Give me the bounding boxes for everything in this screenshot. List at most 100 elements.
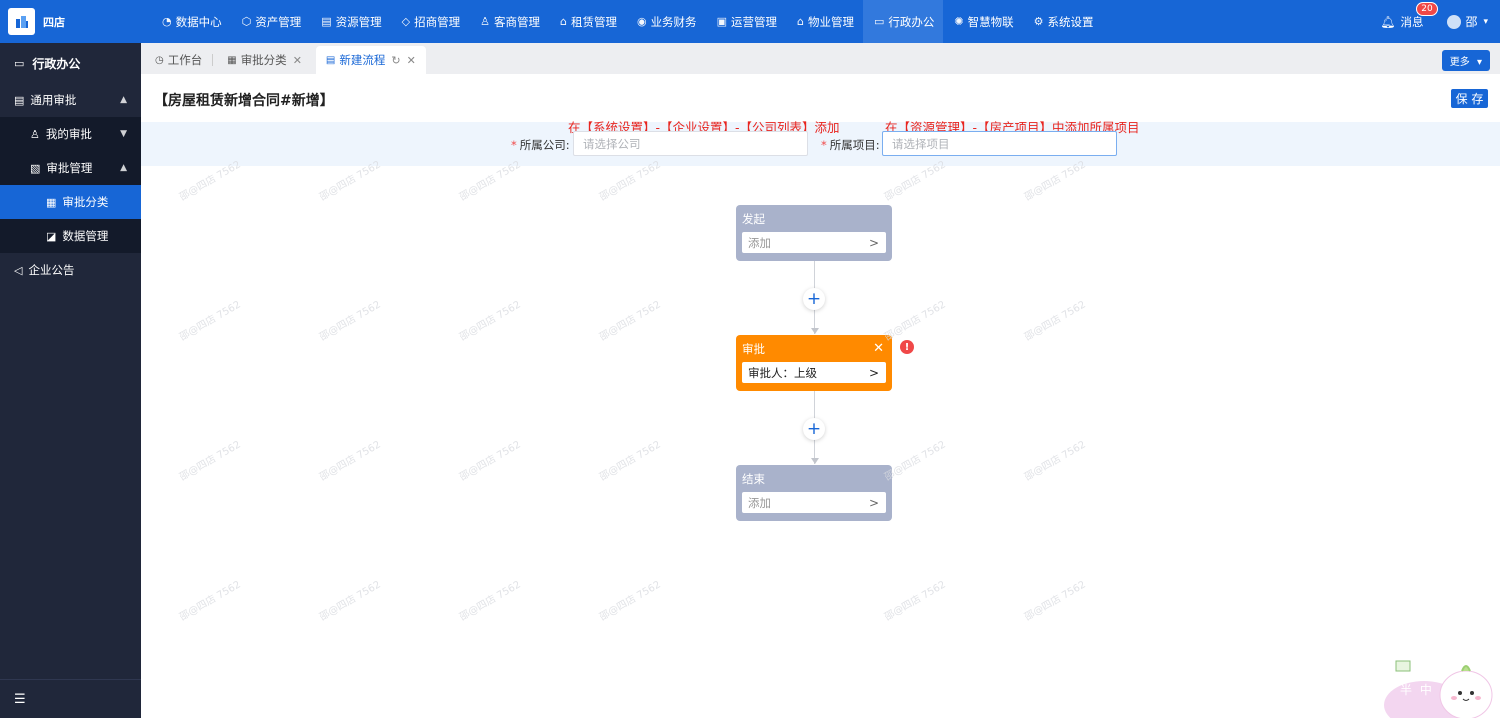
watermark: 邵@四店 7562	[317, 299, 383, 344]
node-title: 审批 ✕	[742, 341, 886, 357]
watermark: 邵@四店 7562	[597, 299, 663, 344]
nav-item-asset[interactable]: ⬡ 资产管理	[231, 0, 311, 43]
close-icon[interactable]: ✕	[407, 54, 416, 67]
company-select[interactable]: 请选择公司	[573, 131, 808, 156]
flow-node-approve[interactable]: 审批 ✕ 审批人：上级 >	[736, 335, 892, 391]
building-icon: ▤	[321, 15, 332, 28]
node-body[interactable]: 添加 >	[742, 232, 886, 253]
project-placeholder: 请选择项目	[892, 136, 950, 151]
watermark: 邵@四店 7562	[1022, 579, 1088, 624]
user-name: 邵	[1465, 15, 1478, 29]
nav-item-operation[interactable]: ▣ 运营管理	[706, 0, 786, 43]
flow-node-start[interactable]: 发起 添加 >	[736, 205, 892, 261]
tab-approval-category[interactable]: ▦ 审批分类 ✕	[217, 46, 312, 74]
nav-label: 租赁管理	[570, 14, 617, 29]
nav-item-leasing-invest[interactable]: ◇ 招商管理	[391, 0, 469, 43]
nav-item-rent[interactable]: ⌂ 租赁管理	[549, 0, 626, 43]
close-icon[interactable]: ✕	[293, 54, 302, 67]
messages-button[interactable]: 🔔︎ 消息 20	[1380, 1, 1438, 30]
tab-label: 新建流程	[339, 53, 386, 67]
assistant-mascot[interactable]: 半 中	[1384, 655, 1500, 718]
nav-item-resource[interactable]: ▤ 资源管理	[310, 0, 390, 43]
sidebar-item-my-approval[interactable]: ♙ 我的审批 ▼	[0, 117, 141, 151]
chevron-right-icon: >	[868, 495, 879, 510]
node-title: 发起	[742, 212, 765, 226]
watermark: 邵@四店 7562	[457, 439, 523, 484]
sidebar-item-label: 审批分类	[62, 195, 109, 209]
grid-icon: ▦	[227, 54, 237, 66]
logo[interactable]: 四店	[0, 0, 141, 43]
tab-label: 审批分类	[240, 53, 287, 67]
monitor-icon: ▭	[873, 15, 885, 28]
more-label: 更多	[1449, 57, 1470, 68]
sidebar-item-approval-manage[interactable]: ▧ 审批管理 ▲	[0, 151, 141, 185]
sidebar-item-notice[interactable]: ◁ 企业公告	[0, 253, 141, 287]
node-body[interactable]: 添加 >	[742, 492, 886, 513]
nav-item-settings[interactable]: ⚙ 系统设置	[1023, 0, 1103, 43]
grid-icon: ▦	[46, 195, 57, 209]
save-button[interactable]: 保 存	[1451, 89, 1488, 108]
chevron-right-icon: >	[868, 365, 879, 380]
nav-label: 行政办公	[888, 14, 935, 29]
node-title: 结束	[742, 472, 765, 486]
flow-node-end[interactable]: 结束 添加 >	[736, 465, 892, 521]
nav-item-client[interactable]: ♙ 客商管理	[469, 0, 549, 43]
chevron-right-icon: >	[868, 235, 879, 250]
cube-icon: ⬡	[241, 15, 252, 28]
nav-label: 系统设置	[1047, 14, 1094, 29]
sidebar-item-label: 通用审批	[30, 93, 77, 107]
tab-workbench[interactable]: ◷ 工作台	[145, 46, 212, 74]
nav-label: 物业管理	[807, 14, 854, 29]
tab-label: 工作台	[167, 53, 203, 67]
nav-item-finance[interactable]: ◉ 业务财务	[626, 0, 706, 43]
nav-item-iot[interactable]: ✺ 智慧物联	[943, 0, 1022, 43]
sidebar-item-label: 我的审批	[45, 127, 92, 141]
monitor-icon: ▭	[14, 56, 25, 70]
watermark: 邵@四店 7562	[1022, 439, 1088, 484]
sidebar-item-data-manage[interactable]: ◪ 数据管理	[0, 219, 141, 253]
database-icon: ◪	[46, 229, 57, 243]
sidebar-header-label: 行政办公	[32, 56, 81, 71]
nav-item-office[interactable]: ▭ 行政办公	[862, 0, 944, 43]
nav-label: 资源管理	[335, 14, 382, 29]
tab-new-flow[interactable]: ▤ 新建流程 ↻ ✕	[315, 46, 426, 74]
nav-item-property[interactable]: ⌂ 物业管理	[786, 0, 863, 43]
node-body[interactable]: 审批人：上级 >	[742, 362, 886, 383]
message-count-badge: 20	[1416, 1, 1438, 16]
company-placeholder: 请选择公司	[583, 136, 641, 151]
nav-item-data-center[interactable]: ◔ 数据中心	[151, 0, 231, 43]
user-icon: ♙	[30, 127, 40, 141]
plus-icon: +	[806, 288, 822, 309]
user-menu[interactable]: 邵 ▾	[1447, 13, 1488, 30]
edit-doc-icon: ▧	[30, 161, 41, 175]
collapse-icon: ☰	[14, 691, 26, 707]
watermark: 邵@四店 7562	[882, 579, 948, 624]
nav-label: 运营管理	[730, 14, 777, 29]
mascot-text: 半 中	[1400, 683, 1434, 697]
watermark: 邵@四店 7562	[1022, 299, 1088, 344]
refresh-icon[interactable]: ↻	[391, 54, 400, 67]
nav-label: 数据中心	[175, 14, 222, 29]
nav-label: 客商管理	[493, 14, 540, 29]
watermark: 邵@四店 7562	[177, 579, 243, 624]
nav-label: 业务财务	[650, 14, 697, 29]
close-icon[interactable]: ✕	[873, 341, 884, 356]
sidebar-item-approval-category[interactable]: ▦ 审批分类	[0, 185, 141, 219]
more-tabs-button[interactable]: 更多 ▾	[1441, 50, 1490, 71]
project-label: * 所属项目:	[821, 138, 880, 152]
sidebar-item-general-approval[interactable]: ▤ 通用审批 ▲	[0, 83, 141, 117]
sidebar-collapse-button[interactable]: ☰	[0, 679, 141, 718]
logo-text: 四店	[43, 15, 65, 29]
project-select[interactable]: 请选择项目	[882, 131, 1117, 156]
chevron-up-icon: ▲	[120, 95, 127, 105]
watermark: 邵@四店 7562	[457, 579, 523, 624]
logo-icon	[8, 8, 35, 35]
nav-label: 招商管理	[414, 14, 461, 29]
watermark: 邵@四店 7562	[457, 299, 523, 344]
add-node-button[interactable]: +	[803, 418, 825, 440]
nav-label: 资产管理	[255, 14, 302, 29]
add-node-button[interactable]: +	[803, 288, 825, 310]
sidebar-header: ▭ 行政办公	[0, 43, 141, 83]
iot-icon: ✺	[954, 15, 964, 28]
plus-icon: +	[806, 418, 822, 439]
